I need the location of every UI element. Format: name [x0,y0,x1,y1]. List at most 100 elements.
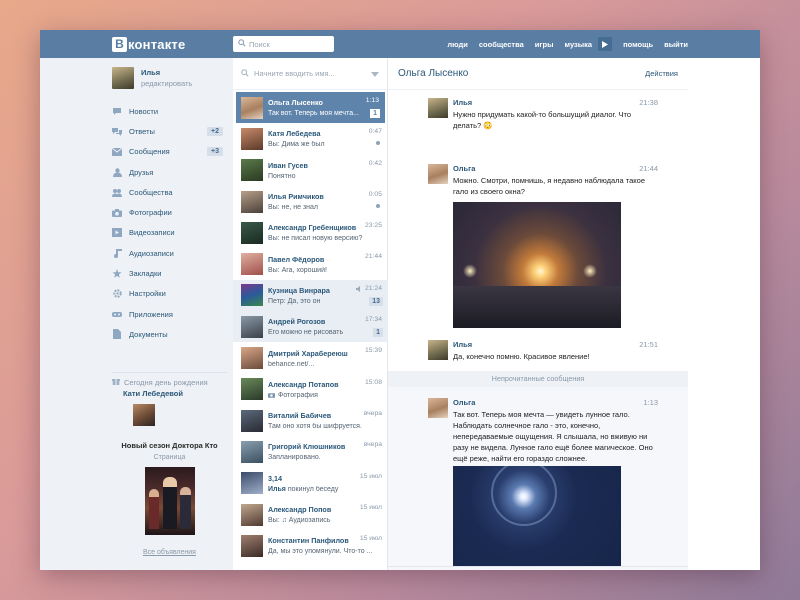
conversation-row[interactable]: Дмитрий Харабереюш behance.net/... 15:39 [233,342,388,373]
moon-halo-photo[interactable] [453,466,621,568]
sun-halo-photo[interactable] [453,202,621,328]
menu-item-bookmarks[interactable]: Закладки [112,263,227,283]
music-note-icon [112,248,122,258]
play-icon[interactable] [598,37,613,51]
menu-item-audio[interactable]: Аудиозаписи [112,243,227,263]
conversation-row[interactable]: Константин Панфилов Да, мы это упомянули.… [233,530,388,561]
message-author[interactable]: Ольга [453,398,475,407]
conversation-body: Григорий Клюшников Запланировано. [268,442,378,461]
conversation-row[interactable]: Иван Гусев Понятно 0:42 [233,155,388,186]
conversation-name: Григорий Клюшников [268,442,346,452]
conversation-avatar[interactable] [241,534,263,557]
conversation-avatar[interactable] [241,378,263,401]
menu-item-videos[interactable]: Видеозаписи [112,223,227,243]
menu-label: Сообщества [129,187,173,197]
profile-avatar[interactable] [112,67,134,89]
conversation-body: Александр Потапов Фотография [268,380,378,399]
message-author[interactable]: Ольга [453,164,475,173]
conversation-time: 0:47 [368,128,382,136]
gift-icon [112,377,120,387]
message-avatar[interactable] [428,398,448,418]
birthday-name[interactable]: Кати Лебедевой [123,389,227,398]
chevron-down-icon[interactable] [371,70,379,79]
conversation-row[interactable]: Катя Лебедева Вы: Дима же был 0:47 [233,123,388,154]
conversation-row[interactable]: Илья Римчиков Вы: не, не знал 0:05 [233,186,388,217]
main-menu: Новости Ответы +2 Сообщения +3 Друзья Со… [112,101,227,345]
ad-title[interactable]: Новый сезон Доктора Кто [112,441,227,450]
conversation-row[interactable]: Виталий Бабичев Там оно хотя бы шифруется… [233,405,388,436]
menu-item-messages[interactable]: Сообщения +3 [112,142,227,162]
search-input[interactable] [249,39,329,49]
nav-communities[interactable]: сообщества [479,40,524,49]
conversation-row[interactable]: Александр Гребенщиков Вы: не писал новую … [233,217,388,248]
conversation-row[interactable]: Павел Фёдоров Вы: Ага, хороший! 21:44 [233,248,388,279]
conversation-name: Александр Гребенщиков [268,223,357,233]
message-avatar[interactable] [428,164,448,184]
conversation-row[interactable]: 3,14 Илья покинул беседу 15 июл [233,468,388,499]
preview-author: Илья [268,485,286,493]
chat-actions-menu[interactable]: Действия [645,69,678,78]
conversation-body: Андрей Рогозов Его можно не рисовать [268,317,378,336]
menu-item-groups[interactable]: Сообщества [112,182,227,202]
conversation-row[interactable]: Андрей Рогозов Его можно не рисовать 17:34… [233,311,388,343]
conversation-body: Павел Фёдоров Вы: Ага, хороший! [268,255,378,274]
message-author[interactable]: Илья [453,340,472,349]
conversation-body: Катя Лебедева Вы: Дима же был [268,129,378,148]
conversation-avatar[interactable] [241,503,263,526]
nav-music[interactable]: музыка [565,37,613,51]
ad-image[interactable] [144,467,195,535]
conversation-avatar[interactable] [241,127,263,150]
conversation-avatar[interactable] [241,253,263,276]
conversation-search-input[interactable] [254,69,364,78]
unread-count-badge: 13 [369,296,383,306]
message-avatar[interactable] [428,98,448,118]
chat-title[interactable]: Ольга Лысенко [398,68,468,79]
conversation-items: Ольга Лысенко Так вот. Теперь моя мечта..… [233,92,388,561]
conversation-row[interactable]: Александр Потапов Фотография 15:08 [233,374,388,405]
menu-item-settings[interactable]: Настройки [112,284,227,304]
conversation-avatar[interactable] [241,284,263,307]
preview-text: Вы: Дима же был [268,141,325,149]
menu-item-documents[interactable]: Документы [112,324,227,344]
message-time: 1:13 [643,398,658,407]
all-ads-link[interactable]: Все объявления [112,549,227,556]
menu-item-apps[interactable]: Приложения [112,304,227,324]
conversation-row[interactable]: Александр Попов Вы: ♫ Аудиозапись 15 июл [233,499,388,530]
message-avatar[interactable] [428,340,448,360]
conversation-avatar[interactable] [241,409,263,432]
ad-block: Новый сезон Доктора Кто Страница Все объ… [112,441,227,556]
message-author[interactable]: Илья [453,98,472,107]
menu-label: Сообщения [129,147,170,157]
conversation-avatar[interactable] [241,221,263,244]
conversation-row[interactable]: Ольга Лысенко Так вот. Теперь моя мечта..… [236,92,385,124]
conversation-preview: Там оно хотя бы шифруется. [268,423,378,430]
nav-people[interactable]: люди [447,40,467,49]
conversation-avatar[interactable] [241,159,263,182]
conversation-avatar[interactable] [241,472,263,495]
birthday-avatar[interactable] [133,404,155,426]
preview-text: покинул беседу [285,485,339,493]
logo[interactable]: В контакте [112,36,185,52]
menu-item-friends[interactable]: Друзья [112,162,227,182]
conversation-row[interactable]: Григорий Клюшников Запланировано. вчера [233,436,388,467]
top-nav: люди сообщества игры музыка помощь выйти [436,30,688,58]
conversation-avatar[interactable] [241,315,263,338]
profile-edit-link[interactable]: редактировать [141,79,192,88]
profile-block[interactable]: Илья редактировать [112,67,192,89]
birthday-line: Сегодня день рождения [112,377,227,387]
menu-item-photos[interactable]: Фотографии [112,202,227,222]
chat-header: Ольга Лысенко Действия [388,58,688,90]
nav-games[interactable]: игры [535,40,554,49]
nav-logout[interactable]: выйти [664,40,688,49]
menu-item-news[interactable]: Новости [112,101,227,121]
conversation-avatar[interactable] [241,190,263,213]
conversation-search[interactable] [233,58,387,90]
search-box[interactable] [233,36,334,52]
conversation-avatar[interactable] [241,440,263,463]
conversation-row[interactable]: Кузница Винрара Петр: Да, это он 21:24 13 [233,279,388,312]
profile-name[interactable]: Илья [141,68,192,77]
conversation-avatar[interactable] [241,96,263,119]
nav-help[interactable]: помощь [623,40,653,49]
conversation-avatar[interactable] [241,347,263,370]
menu-item-replies[interactable]: Ответы +2 [112,121,227,141]
